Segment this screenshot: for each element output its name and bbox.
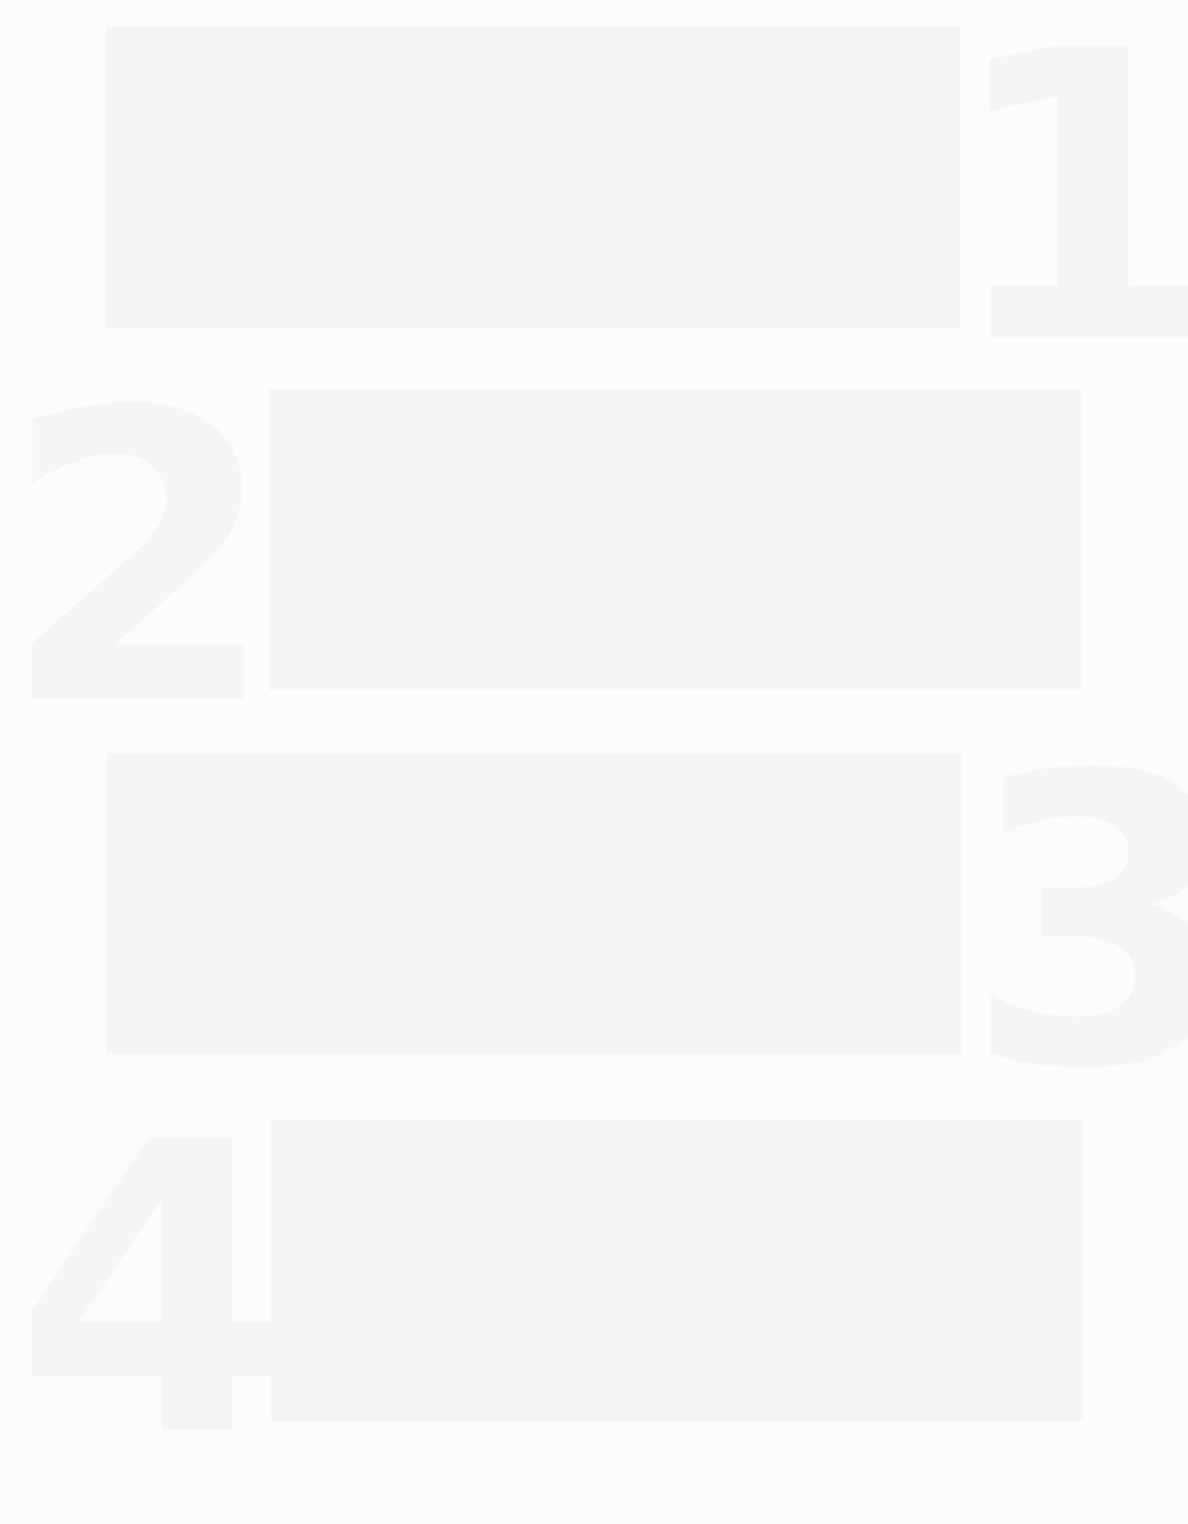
- step-number-2: 2: [0, 329, 279, 794]
- placeholder-panel-4: [271, 1120, 1083, 1421]
- step-number-4: 4: [14, 1059, 293, 1524]
- placeholder-panel-1: [106, 27, 960, 328]
- placeholder-panel-2: [269, 389, 1081, 690]
- step-number-3: 3: [964, 692, 1188, 1157]
- step-number-1: 1: [944, 0, 1188, 432]
- placeholder-panel-3: [107, 753, 961, 1054]
